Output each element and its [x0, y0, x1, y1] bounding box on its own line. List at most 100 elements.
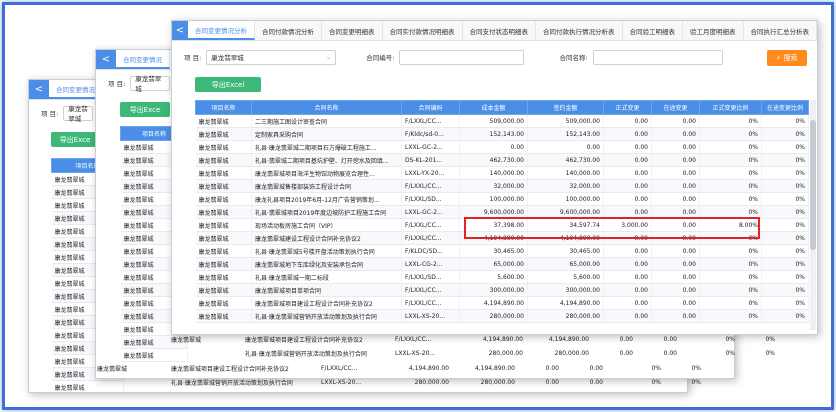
- contract-name-input[interactable]: [592, 49, 723, 65]
- table-cell: 康龙翡翠城: [195, 205, 252, 219]
- tab-8[interactable]: 合同执行汇总分析表: [744, 21, 817, 40]
- tab-5[interactable]: 合同付款执行情况分析表: [536, 21, 623, 40]
- table-cell: 0.00: [619, 336, 633, 343]
- table-row[interactable]: 康龙翡翠城 康龙翡翠城项目建设工程设计合同补充协议2 F/LXXL/CC... 4,1…: [195, 296, 809, 310]
- table-cell: 509,000.00: [459, 114, 528, 128]
- table-cell: F/LXXL/CC...: [395, 336, 432, 343]
- table-cell: 30,465.00: [459, 244, 528, 258]
- back-table-row: 康龙翡翠城 康龙翡翠城项目建设工程设计合同补充协议2 F/LXXL/CC... 4,1…: [97, 364, 701, 373]
- table-cell: 0%: [699, 270, 762, 284]
- table-cell: 152,143.00: [459, 127, 528, 141]
- export-button[interactable]: 导出Exce: [51, 132, 99, 147]
- contract-no-input[interactable]: [399, 49, 525, 65]
- highlight-box: [464, 217, 760, 239]
- scrollbar-thumb[interactable]: [810, 120, 816, 250]
- table-cell: 礼县·康龙翡翠城5号楼开盘活动策划执行合同: [251, 244, 402, 258]
- vertical-scrollbar[interactable]: [810, 100, 816, 330]
- table-cell: 462,730.00: [527, 153, 604, 167]
- table-cell: 0%: [651, 365, 661, 372]
- table-cell: 0.00: [589, 365, 603, 372]
- column-header[interactable]: 签约金额: [527, 100, 604, 115]
- contract-no-label: 合同编号:: [366, 54, 395, 62]
- table-cell: 0.00: [651, 127, 700, 141]
- screenshot-frame: < 合同变更情况 项 目: 康龙翡翠城 导出Exce 项目名称 康龙翡翠城 康龙翡…: [2, 2, 834, 410]
- table-cell: 0%: [761, 270, 809, 284]
- table-row[interactable]: 康龙翡翠城 礼县·康龙翡翠城一期二标段 F/LXXL/SD... 5,600.00 5,…: [195, 270, 809, 284]
- tab-2[interactable]: 合同变更明细表: [322, 21, 383, 40]
- project-select[interactable]: 康龙翡翠城: [63, 105, 94, 123]
- column-header[interactable]: 成本金额: [459, 100, 528, 115]
- search-label: 搜索: [783, 54, 798, 62]
- column-header[interactable]: 正式变更: [603, 100, 652, 115]
- table-cell: 0.00: [663, 350, 677, 357]
- tab-1[interactable]: 合同付款情况分析: [255, 21, 322, 40]
- table-row[interactable]: 康龙翡翠城 礼县·翡翠城二期项目基坑护壁、灯开挖水及回填... DS-KL-201.…: [195, 153, 809, 167]
- table-cell: DS-KL-201...: [401, 153, 460, 167]
- table-row[interactable]: 康龙翡翠城 康龙翡翠城地下车库绿化及安装承包合同 LXXL-CG-2... 65,00…: [195, 257, 809, 271]
- table-cell: 280,000.00: [554, 350, 589, 357]
- table-cell: 0.00: [603, 244, 652, 258]
- project-select[interactable]: 康龙翡翠城 ⌄: [206, 49, 337, 65]
- table-cell: 0.00: [651, 296, 700, 310]
- back-button[interactable]: <: [172, 21, 188, 40]
- tab-0[interactable]: 合同变更情况分析: [188, 21, 255, 40]
- table-cell: 5,600.00: [459, 270, 528, 284]
- table-row[interactable]: 康龙翡翠城 康龙翡翠城项目海洋生物馆动物展览合理性... LXXL-YX-20...…: [195, 166, 809, 180]
- table-cell: 康龙翡翠城项目建设工程设计合同补充协议2: [245, 337, 363, 344]
- table-cell: 5,600.00: [527, 270, 604, 284]
- back-button[interactable]: <: [96, 50, 116, 69]
- project-select[interactable]: 康龙翡翠城: [130, 75, 171, 93]
- table-cell: 0%: [699, 192, 762, 206]
- table-row[interactable]: 康龙翡翠城 礼县·康龙翡翠城5号楼开盘活动策划执行合同 F/KLDC/SD... 30…: [195, 244, 809, 258]
- tab-3[interactable]: 合同实付款情况明细表: [383, 21, 463, 40]
- table-cell: LXXL-YX-20...: [401, 166, 460, 180]
- table-cell: 礼县·康龙翡翠城一期二标段: [251, 270, 402, 284]
- column-header[interactable]: 正式变更比例: [699, 100, 762, 115]
- table-cell: 0.00: [651, 257, 700, 271]
- contract-table: 项目名称 合同名称 合同编码 成本金额 签约金额 正式变更 在途变更 正式变更比例 在途变更比例…: [195, 100, 809, 323]
- table-cell: 康龙翡翠城: [195, 127, 252, 141]
- column-header[interactable]: 项目名称: [195, 100, 252, 115]
- table-cell: F/LXXL/SD...: [401, 270, 460, 284]
- export-excel-button[interactable]: 导出Excel: [195, 77, 261, 92]
- table-cell: 0%: [761, 166, 809, 180]
- back-table-row: 礼县·康龙翡翠城营销开放活动策划及执行合同 LXXL-XS-20... 280,00…: [171, 349, 775, 358]
- column-header[interactable]: 在途变更比例: [761, 100, 809, 115]
- table-row[interactable]: 康龙翡翠城 礼县·康龙翡翠城二期项目石方爆破工程施工... LXXL-GC-2...…: [195, 140, 809, 154]
- table-cell: 0%: [761, 231, 809, 245]
- search-button[interactable]: ⌕ 搜索: [767, 50, 807, 66]
- table-cell: 280,000.00: [459, 309, 528, 323]
- export-button[interactable]: 导出Exce: [120, 102, 170, 117]
- back-button[interactable]: <: [29, 80, 49, 99]
- table-cell: 140,000.00: [527, 166, 604, 180]
- table-row[interactable]: 康龙翡翠城 康龙翡翠城售楼部装饰工程设计合同 F/LXXL/CC... 32,000.…: [195, 179, 809, 193]
- table-cell: 462,730.00: [459, 153, 528, 167]
- table-cell: 300,000.00: [527, 283, 604, 297]
- table-cell: 康龙翡翠城项目海洋生物馆动物展览合理性...: [251, 166, 402, 180]
- table-cell: 0.00: [603, 296, 652, 310]
- table-row[interactable]: 康龙翡翠城 康龙礼县项目2019年6月-12月广告营销策划... F/LXXL/SD…: [195, 192, 809, 206]
- table-row[interactable]: 康龙翡翠城 二三期施工图设计审查合同 F/LXXL/CC... 509,000.00 5…: [195, 114, 809, 128]
- tab-6[interactable]: 合同验工明细表: [623, 21, 683, 40]
- table-cell: 0.00: [651, 114, 700, 128]
- tab-contract-change[interactable]: 合同变更情况: [116, 50, 170, 69]
- table-cell: 0.00: [651, 270, 700, 284]
- table-cell: LXXL-GC-2...: [401, 140, 460, 154]
- table-cell: 康龙翡翠城: [195, 179, 252, 193]
- tab-7[interactable]: 验工月度明细表: [683, 21, 744, 40]
- table-row[interactable]: 康龙翡翠城 康龙翡翠城项目单项合同 F/LXXL/CC... 300,000.00 30…: [195, 283, 809, 297]
- column-header[interactable]: 合同名称: [251, 100, 402, 115]
- tab-4[interactable]: 合同支付状态明细表: [463, 21, 536, 40]
- table-cell: 509,000.00: [527, 114, 604, 128]
- table-cell: F/LXXL/CC...: [401, 283, 460, 297]
- table-row[interactable]: 康龙翡翠城 定制家具采购合同 F/Kldc/sd-0... 152,143.00 152…: [195, 127, 809, 141]
- table-cell: 现场活动板房施工合同（VIP）: [251, 218, 402, 232]
- table-row[interactable]: 康龙翡翠城 礼县·康龙翡翠城营销开放活动策划及执行合同 LXXL-XS-20... 2…: [195, 309, 809, 323]
- table-cell: 280,000.00: [480, 379, 515, 386]
- table-cell: 康龙翡翠城: [195, 270, 252, 284]
- table-cell: 0.00: [651, 153, 700, 167]
- table-cell: 康龙翡翠城: [195, 114, 252, 128]
- table-cell: 0.00: [603, 257, 652, 271]
- column-header[interactable]: 合同编码: [401, 100, 460, 115]
- column-header[interactable]: 在途变更: [651, 100, 700, 115]
